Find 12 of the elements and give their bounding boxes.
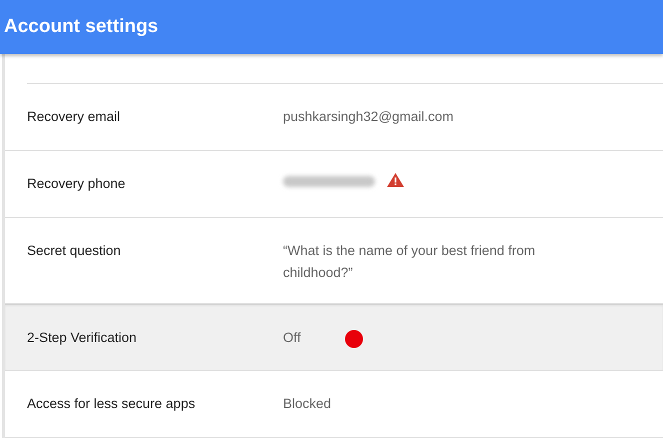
setting-value: Off (283, 329, 301, 347)
setting-value: pushkarsingh32@gmail.com (283, 108, 454, 126)
warning-icon (387, 173, 404, 187)
setting-label: Recovery phone (27, 176, 126, 191)
setting-label: Recovery email (27, 109, 122, 124)
setting-value: “What is the name of your best friend from childhood?” (283, 242, 536, 282)
settings-row[interactable]: 2-Step Verification Off (5, 304, 663, 371)
setting-label: Access for less secure apps (27, 396, 196, 411)
setting-label: Secret question (27, 243, 122, 258)
page-title: Account settings (4, 16, 158, 38)
setting-label: 2-Step Verification (27, 330, 138, 345)
setting-value: Blocked (283, 395, 332, 413)
